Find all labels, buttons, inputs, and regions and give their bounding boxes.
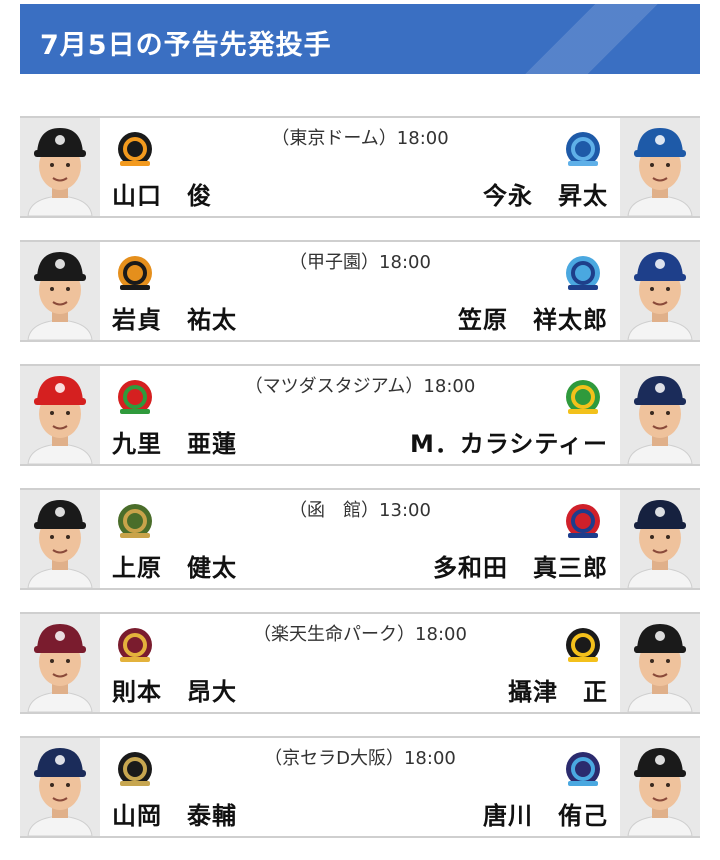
pitcher-photo-right [620, 118, 700, 216]
home-pitcher-name[interactable]: 山口 俊 [112, 176, 212, 211]
eagles-logo-icon [114, 624, 156, 666]
giants-logo-icon [114, 128, 156, 170]
game-card[interactable]: （京セラD大阪）18:00 山岡 泰輔 唐川 侑己 [20, 736, 700, 838]
page-header: 7月5日の予告先発投手 [20, 4, 700, 74]
page-title: 7月5日の予告先発投手 [40, 30, 332, 61]
pitcher-photo-left [20, 490, 100, 588]
swallows-logo-icon [562, 376, 604, 418]
lions-logo-icon [562, 500, 604, 542]
game-card[interactable]: （楽天生命パーク）18:00 則本 昂大 攝津 正 [20, 612, 700, 714]
pitcher-photo-right [620, 242, 700, 340]
header-decoration [520, 4, 700, 74]
pitcher-photo-right [620, 490, 700, 588]
home-pitcher-name[interactable]: 上原 健太 [112, 548, 237, 583]
game-card[interactable]: （函 館）13:00 上原 健太 多和田 真三郎 [20, 488, 700, 590]
away-pitcher-name[interactable]: 唐川 侑己 [483, 796, 608, 831]
pitcher-photo-right [620, 738, 700, 836]
away-pitcher-name[interactable]: 多和田 真三郎 [433, 548, 608, 583]
pitcher-photo-left [20, 614, 100, 712]
away-pitcher-name[interactable]: 今永 昇太 [483, 176, 608, 211]
game-list: （東京ドーム）18:00 山口 俊 今永 昇太 （甲子園）18:00 岩貞 祐太 笠原 祥… [20, 116, 700, 860]
fighters-logo-icon [114, 500, 156, 542]
away-pitcher-name[interactable]: 笠原 祥太郎 [458, 300, 608, 335]
venue-time: （甲子園）18:00 [289, 252, 431, 273]
baystars-logo-icon [562, 128, 604, 170]
away-pitcher-name[interactable]: M．カラシティー [410, 424, 608, 459]
venue-time: （マツダスタジアム）18:00 [244, 376, 476, 397]
home-pitcher-name[interactable]: 山岡 泰輔 [112, 796, 237, 831]
home-pitcher-name[interactable]: 則本 昂大 [112, 672, 237, 707]
marines-logo-icon [562, 748, 604, 790]
dragons-logo-icon [562, 252, 604, 294]
away-pitcher-name[interactable]: 攝津 正 [508, 672, 608, 707]
pitcher-photo-right [620, 366, 700, 464]
buffaloes-logo-icon [114, 748, 156, 790]
hawks-logo-icon [562, 624, 604, 666]
pitcher-photo-left [20, 366, 100, 464]
carp-logo-icon [114, 376, 156, 418]
pitcher-photo-right [620, 614, 700, 712]
venue-time: （函 館）13:00 [289, 500, 431, 521]
game-card[interactable]: （甲子園）18:00 岩貞 祐太 笠原 祥太郎 [20, 240, 700, 342]
pitcher-photo-left [20, 738, 100, 836]
pitcher-photo-left [20, 242, 100, 340]
home-pitcher-name[interactable]: 九里 亜蓮 [112, 424, 237, 459]
game-card[interactable]: （マツダスタジアム）18:00 九里 亜蓮 M．カラシティー [20, 364, 700, 466]
venue-time: （楽天生命パーク）18:00 [253, 624, 467, 645]
pitcher-photo-left [20, 118, 100, 216]
venue-time: （京セラD大阪）18:00 [264, 748, 456, 769]
venue-time: （東京ドーム）18:00 [271, 128, 449, 149]
game-card[interactable]: （東京ドーム）18:00 山口 俊 今永 昇太 [20, 116, 700, 218]
tigers-logo-icon [114, 252, 156, 294]
home-pitcher-name[interactable]: 岩貞 祐太 [112, 300, 237, 335]
